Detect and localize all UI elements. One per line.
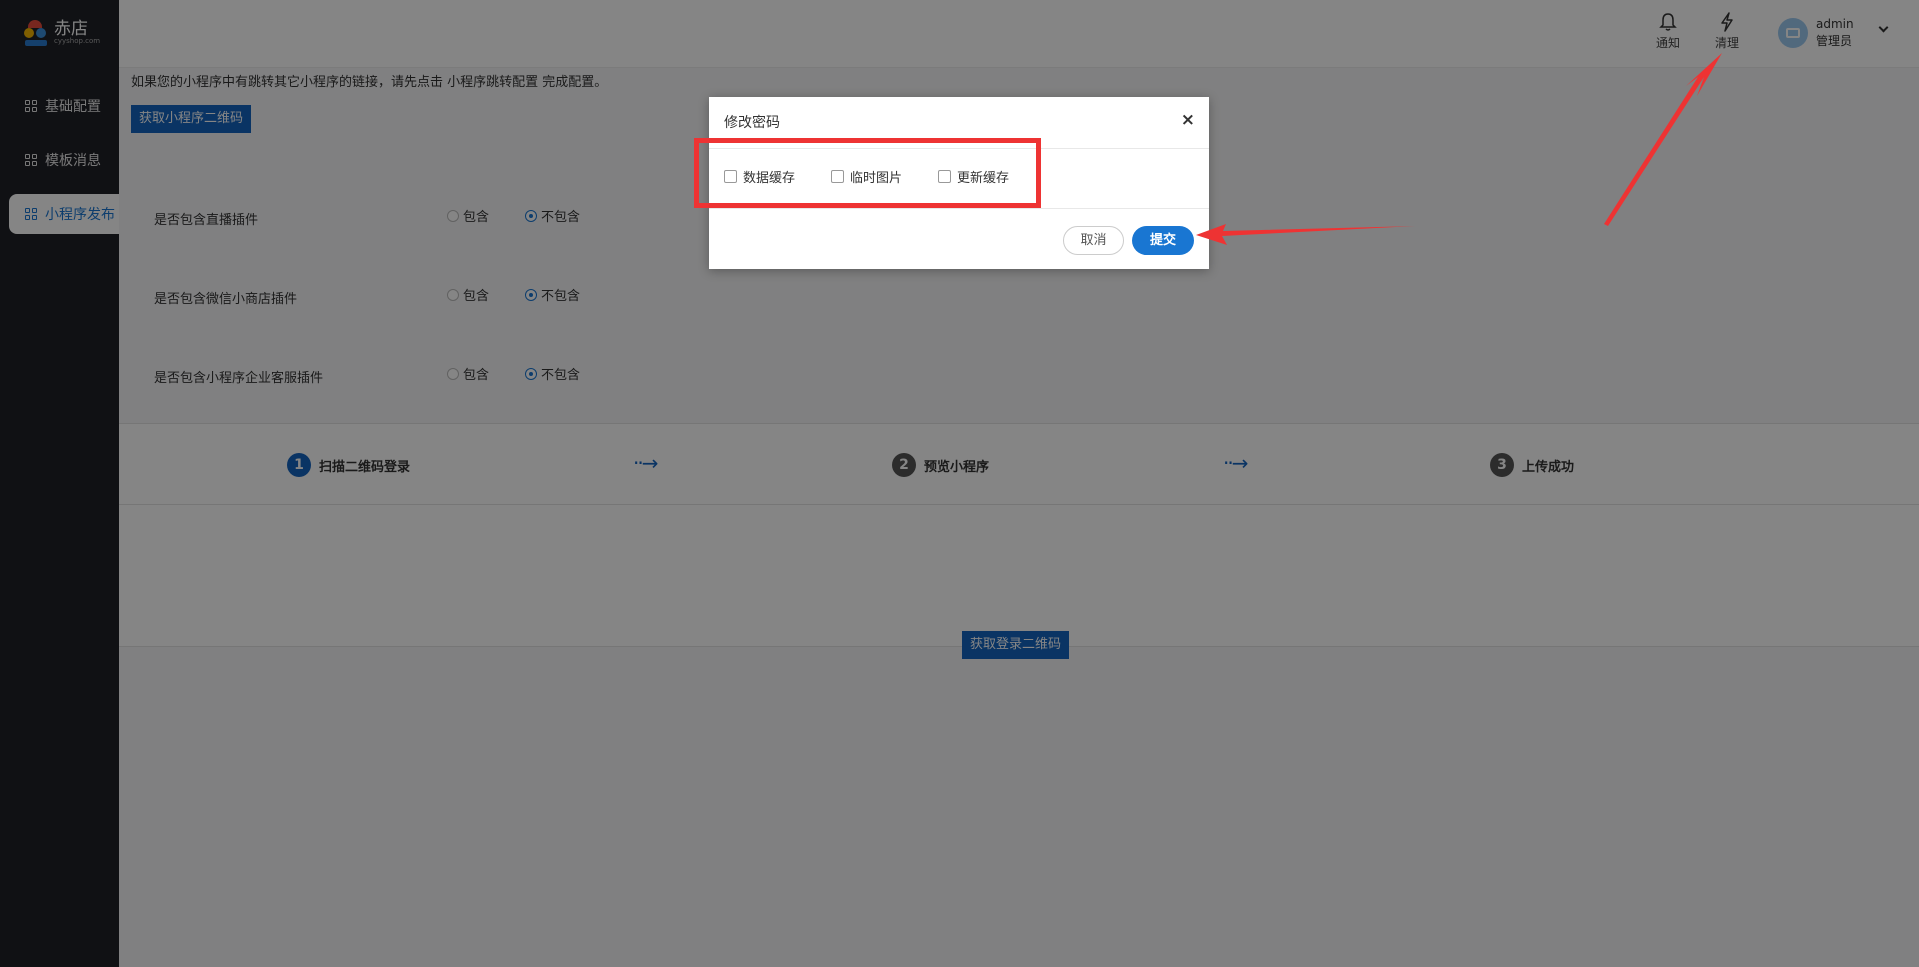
annotation-highlight-box bbox=[694, 138, 1041, 208]
divider bbox=[709, 208, 1209, 209]
close-icon[interactable]: × bbox=[1181, 112, 1195, 129]
submit-button[interactable]: 提交 bbox=[1132, 226, 1194, 255]
cancel-button[interactable]: 取消 bbox=[1063, 226, 1124, 255]
dialog-title: 修改密码 bbox=[724, 115, 780, 131]
